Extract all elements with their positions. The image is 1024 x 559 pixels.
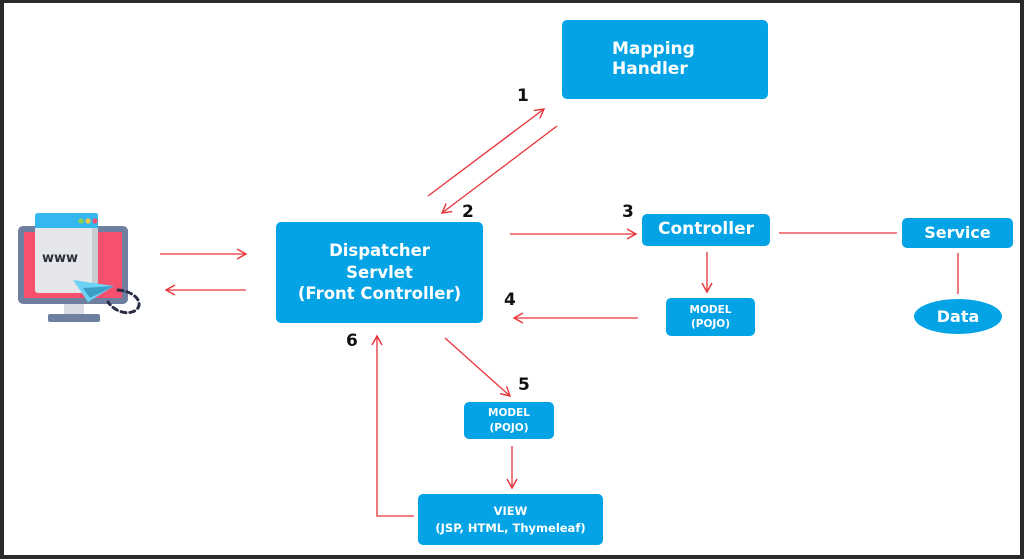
arrow-step-2 xyxy=(440,125,558,214)
model1-line1: MODEL xyxy=(689,303,732,316)
controller-node: Controller xyxy=(642,214,770,246)
dispatcher-servlet-node: Dispatcher Servlet (Front Controller) xyxy=(276,222,483,323)
monitor-neck xyxy=(64,304,84,314)
dispatcher-line3: (Front Controller) xyxy=(297,284,462,304)
www-label: www xyxy=(42,251,78,266)
model-pojo-controller-node: MODEL (POJO) xyxy=(666,298,755,336)
model2-line2: (POJO) xyxy=(489,421,529,434)
view-line1: VIEW xyxy=(493,504,528,519)
step-label-3: 3 xyxy=(622,202,634,222)
mapping-handler-line1: Mapping xyxy=(612,39,695,60)
dispatcher-line1: Dispatcher xyxy=(329,241,430,261)
step-label-2: 2 xyxy=(462,202,474,222)
window-dot-red xyxy=(92,218,98,224)
model1-line2: (POJO) xyxy=(690,318,731,330)
arrow-step-6 xyxy=(371,334,414,517)
step-label-6: 6 xyxy=(346,331,358,351)
arrow-step-5 xyxy=(444,337,512,397)
service-node: Service xyxy=(902,218,1013,248)
model2-line1: MODEL xyxy=(488,407,530,420)
monitor-base xyxy=(48,314,100,322)
view-line2: (JSP, HTML, Thymeleaf) xyxy=(435,520,586,535)
mapping-handler-line2: Handler xyxy=(612,58,688,79)
browser-monitor-icon: www xyxy=(18,213,141,322)
data-node: Data xyxy=(914,299,1002,334)
service-label: Service xyxy=(924,223,991,243)
arrow-step-1 xyxy=(427,108,546,197)
step-label-1: 1 xyxy=(517,86,529,106)
controller-label: Controller xyxy=(657,219,754,240)
mapping-handler-node: Mapping Handler xyxy=(562,20,768,99)
data-label: Data xyxy=(936,306,980,326)
model-pojo-view-node: MODEL (POJO) xyxy=(464,402,554,439)
view-node: VIEW (JSP, HTML, Thymeleaf) xyxy=(418,494,603,545)
step-label-5: 5 xyxy=(518,375,530,395)
dispatcher-line2: Servlet xyxy=(346,262,413,282)
diagram-canvas: www xyxy=(18,108,959,517)
window-dot-yellow xyxy=(85,218,91,224)
window-dot-green xyxy=(78,218,84,224)
step-label-4: 4 xyxy=(504,290,516,310)
